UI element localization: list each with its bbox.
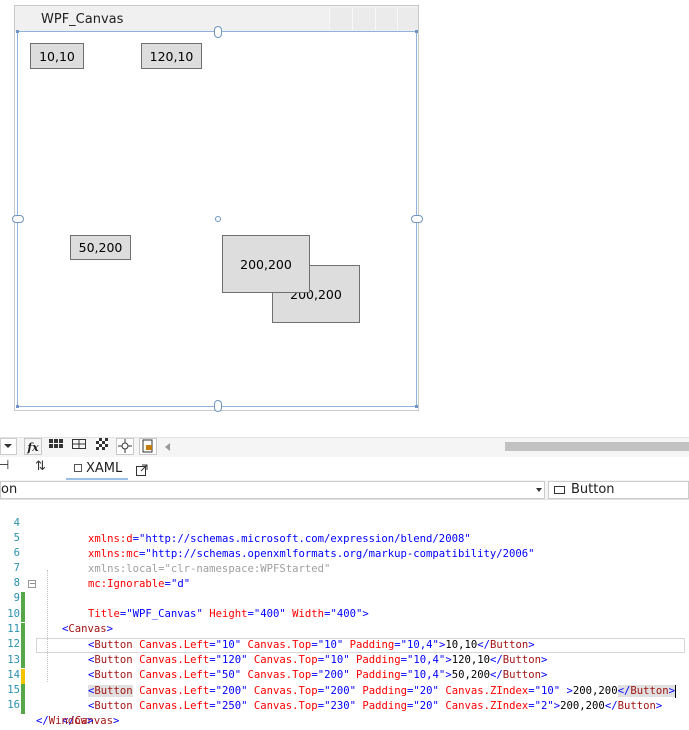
restore-button-placeholder bbox=[375, 8, 398, 30]
xml-tag: Window bbox=[48, 714, 88, 727]
button-element-icon bbox=[554, 486, 565, 494]
bottom-resize-handle[interactable] bbox=[214, 400, 222, 412]
code-line[interactable]: 8 Title="WPF_Canvas" Height="400" Width=… bbox=[0, 561, 689, 620]
snap-to-lines-icon[interactable] bbox=[116, 438, 134, 455]
xml-value: "250" bbox=[215, 700, 248, 713]
zoom-dropdown[interactable] bbox=[0, 438, 17, 455]
xml-tag: Button bbox=[94, 700, 133, 713]
code-line[interactable]: 6 xmlns:local="clr-namespace:WPFStarted" bbox=[0, 531, 689, 574]
formula-button[interactable]: fx bbox=[24, 438, 42, 455]
xml-value: "2" bbox=[534, 700, 554, 713]
maximize-button-placeholder bbox=[352, 8, 375, 30]
canvas-button[interactable]: 120,10 bbox=[141, 43, 202, 69]
corner-handle-tr[interactable] bbox=[415, 30, 418, 33]
minimize-button-placeholder bbox=[329, 8, 352, 30]
swap-panes-button[interactable]: ⇅ bbox=[35, 459, 46, 474]
corner-handle-tl[interactable] bbox=[16, 30, 19, 33]
xml-value: "230" bbox=[324, 700, 356, 713]
xml-attr: Padding bbox=[362, 700, 408, 713]
designer-window-title: WPF_Canvas bbox=[41, 12, 124, 27]
code-line[interactable]: 11 <Button Canvas.Left="120" Canvas.Top=… bbox=[0, 607, 689, 666]
xml-attr: Canvas.ZIndex bbox=[445, 700, 529, 713]
canvas-button[interactable]: 200,200 bbox=[222, 235, 310, 293]
right-resize-handle[interactable] bbox=[411, 215, 423, 223]
canvas-button[interactable]: 10,10 bbox=[30, 43, 84, 69]
close-button-placeholder bbox=[397, 8, 418, 30]
change-marker bbox=[21, 698, 25, 715]
xml-attr: Canvas.Left bbox=[139, 700, 210, 713]
scroll-left-icon[interactable] bbox=[165, 443, 170, 451]
code-line[interactable]: 5 xmlns:mc="http://schemas.openxmlformat… bbox=[0, 516, 689, 559]
code-line[interactable]: 9 <Canvas> bbox=[0, 576, 689, 635]
center-handle[interactable] bbox=[215, 216, 221, 222]
scope-dropdown-value: on bbox=[1, 482, 18, 497]
code-line[interactable]: 10 <Button Canvas.Left="10" Canvas.Top="… bbox=[0, 592, 689, 651]
corner-handle-bl[interactable] bbox=[16, 405, 19, 408]
element-dropdown-value: Button bbox=[571, 482, 615, 497]
snap-grid-icon[interactable] bbox=[70, 438, 88, 455]
code-line[interactable]: 7 mc:Ignorable="d" bbox=[0, 546, 689, 589]
popout-icon[interactable] bbox=[136, 461, 148, 480]
xml-tag: Button bbox=[617, 700, 656, 713]
chevron-down-icon bbox=[536, 488, 542, 492]
tab-xaml-label: XAML bbox=[86, 460, 123, 476]
tab-xaml[interactable]: XAML bbox=[66, 458, 128, 480]
grid-icon[interactable] bbox=[47, 438, 65, 455]
canvas-button[interactable]: 50,200 bbox=[70, 235, 131, 260]
split-pane-icon[interactable]: ⊣ bbox=[0, 458, 9, 473]
code-line[interactable]: 12 <Button Canvas.Left="50" Canvas.Top="… bbox=[0, 622, 689, 681]
element-dropdown[interactable]: Button bbox=[548, 481, 689, 499]
project-code-icon[interactable] bbox=[139, 438, 157, 455]
checker-icon[interactable] bbox=[93, 438, 111, 455]
code-line[interactable]: 15 </Canvas> bbox=[0, 668, 689, 727]
xaml-file-icon bbox=[74, 464, 82, 472]
corner-handle-br[interactable] bbox=[415, 405, 418, 408]
left-resize-handle[interactable] bbox=[12, 215, 24, 223]
chevron-down-icon bbox=[4, 444, 12, 448]
top-resize-handle[interactable] bbox=[214, 26, 222, 38]
xml-value: "20" bbox=[413, 700, 439, 713]
horizontal-scrollbar-thumb[interactable] bbox=[505, 442, 689, 451]
xml-content: 200,200 bbox=[560, 700, 605, 713]
code-line[interactable]: 4 xmlns:d="http://schemas.microsoft.com/… bbox=[0, 501, 689, 544]
scope-dropdown[interactable]: on bbox=[0, 481, 545, 499]
xml-attr: Canvas.Top bbox=[253, 700, 318, 713]
code-line[interactable]: 13 <Button Canvas.Left="200" Canvas.Top=… bbox=[0, 638, 689, 698]
code-line[interactable]: 14 <Button Canvas.Left="250" Canvas.Top=… bbox=[0, 653, 689, 712]
line-number: 16 bbox=[7, 699, 20, 712]
code-line[interactable]: 16 </Window> bbox=[0, 683, 689, 726]
